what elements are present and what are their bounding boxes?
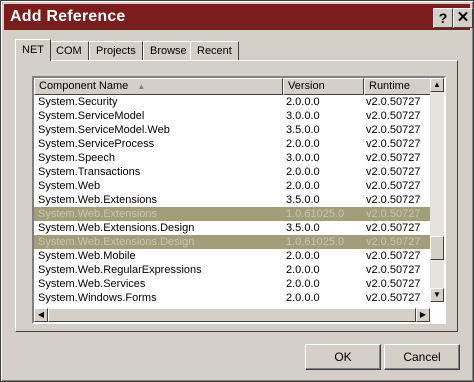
runtime-cell: v2.0.50727 [366,236,421,248]
table-row[interactable]: System.ServiceModel.Web 3.5.0.0 v2.0.50727 [34,123,430,137]
horizontal-scrollbar[interactable]: ◀ ▶ [34,308,430,322]
vertical-scroll-thumb[interactable] [430,236,444,260]
table-row[interactable]: System.Security 2.0.0.0 v2.0.50727 [34,95,430,109]
runtime-cell: v2.0.50727 [366,152,421,164]
runtime-cell: v2.0.50727 [366,180,421,192]
scroll-left-icon[interactable]: ◀ [34,308,48,322]
version-cell: 3.0.0.0 [286,152,320,164]
component-name-cell: System.Web.Extensions.Design [38,222,195,234]
table-row[interactable]: System.Web.Mobile 2.0.0.0 v2.0.50727 [34,249,430,263]
table-row[interactable]: System.ServiceProcess 2.0.0.0 v2.0.50727 [34,137,430,151]
list-header: Component Name ▲ Version Runtime [34,78,432,95]
cancel-button[interactable]: Cancel [384,344,460,370]
close-button[interactable]: ✕ [453,8,473,28]
runtime-cell: v2.0.50727 [366,124,421,136]
table-row[interactable]: System.Web.Extensions.Design 3.5.0.0 v2.0.… [34,221,430,235]
scroll-down-icon[interactable]: ▼ [430,288,444,302]
runtime-cell: v2.0.50727 [366,194,421,206]
table-row[interactable]: System.Web.RegularExpressions 2.0.0.0 v2.0… [34,263,430,277]
version-cell: 1.0.61025.0 [286,236,345,248]
scroll-up-icon[interactable]: ▲ [430,78,444,92]
table-row[interactable]: System.Web.Extensions.Design 1.0.61025.0 v… [34,235,430,249]
version-cell: 2.0.0.0 [286,96,320,108]
ok-button[interactable]: OK [305,344,381,370]
column-header-runtime[interactable]: Runtime [364,78,432,95]
version-cell: 3.5.0.0 [286,222,320,234]
tab-com[interactable]: COM [49,41,89,60]
add-reference-dialog: Add Reference ? ✕ NET COM Projects Brows… [0,0,474,382]
column-header-label: Component Name [39,80,129,92]
component-list[interactable]: Component Name ▲ Version Runtime System.… [32,76,446,324]
tab-projects[interactable]: Projects [89,41,143,60]
component-name-cell: System.Transactions [38,166,141,178]
component-name-cell: System.Web.RegularExpressions [38,264,202,276]
version-cell: 2.0.0.0 [286,250,320,262]
version-cell: 3.0.0.0 [286,110,320,122]
version-cell: 2.0.0.0 [286,278,320,290]
version-cell: 2.0.0.0 [286,292,320,304]
window-title: Add Reference [10,8,126,25]
table-row[interactable]: System.Transactions 2.0.0.0 v2.0.50727 [34,165,430,179]
runtime-cell: v2.0.50727 [366,138,421,150]
component-name-cell: System.Web [38,180,101,192]
table-row[interactable]: System.Web.Extensions 1.0.61025.0 v2.0.507… [34,207,430,221]
component-name-cell: System.Security [38,96,118,108]
component-name-cell: System.Web.Services [38,278,146,290]
column-header-version[interactable]: Version [283,78,364,95]
component-name-cell: System.Web.Mobile [38,250,136,262]
runtime-cell: v2.0.50727 [366,250,421,262]
component-name-cell: System.ServiceModel.Web [38,124,170,136]
table-row[interactable]: System.Speech 3.0.0.0 v2.0.50727 [34,151,430,165]
runtime-cell: v2.0.50727 [366,222,421,234]
scroll-right-icon[interactable]: ▶ [416,308,430,322]
component-name-cell: System.Web.Extensions [38,208,158,220]
runtime-cell: v2.0.50727 [366,96,421,108]
component-name-cell: System.ServiceProcess [38,138,155,150]
component-name-cell: System.Speech [38,152,116,164]
version-cell: 3.5.0.0 [286,194,320,206]
version-cell: 2.0.0.0 [286,264,320,276]
component-name-cell: System.ServiceModel [38,110,145,122]
title-bar[interactable]: Add Reference ? ✕ [4,4,473,30]
tab-net[interactable]: NET [15,39,51,61]
table-row[interactable]: System.Windows.Forms 2.0.0.0 v2.0.50727 [34,291,430,305]
version-cell: 2.0.0.0 [286,138,320,150]
runtime-cell: v2.0.50727 [366,264,421,276]
component-name-cell: System.Web.Extensions [38,194,158,206]
table-row[interactable]: System.Web.Extensions 3.5.0.0 v2.0.50727 [34,193,430,207]
runtime-cell: v2.0.50727 [366,292,421,304]
table-row[interactable]: System.ServiceModel 3.0.0.0 v2.0.50727 [34,109,430,123]
table-row[interactable]: System.Web 2.0.0.0 v2.0.50727 [34,179,430,193]
tab-recent[interactable]: Recent [190,41,239,60]
runtime-cell: v2.0.50727 [366,166,421,178]
version-cell: 2.0.0.0 [286,180,320,192]
column-header-component-name[interactable]: Component Name ▲ [34,78,283,95]
tab-browse[interactable]: Browse [143,41,194,60]
runtime-cell: v2.0.50727 [366,208,421,220]
vertical-scrollbar[interactable]: ▲ ▼ [430,78,444,302]
help-button[interactable]: ? [433,8,453,28]
component-name-cell: System.Windows.Forms [38,292,157,304]
runtime-cell: v2.0.50727 [366,278,421,290]
horizontal-scroll-thumb[interactable] [48,308,416,322]
sort-ascending-icon: ▲ [137,82,146,91]
table-row[interactable]: System.Web.Services 2.0.0.0 v2.0.50727 [34,277,430,291]
component-name-cell: System.Web.Extensions.Design [38,236,195,248]
runtime-cell: v2.0.50727 [366,110,421,122]
version-cell: 2.0.0.0 [286,166,320,178]
version-cell: 1.0.61025.0 [286,208,345,220]
version-cell: 3.5.0.0 [286,124,320,136]
